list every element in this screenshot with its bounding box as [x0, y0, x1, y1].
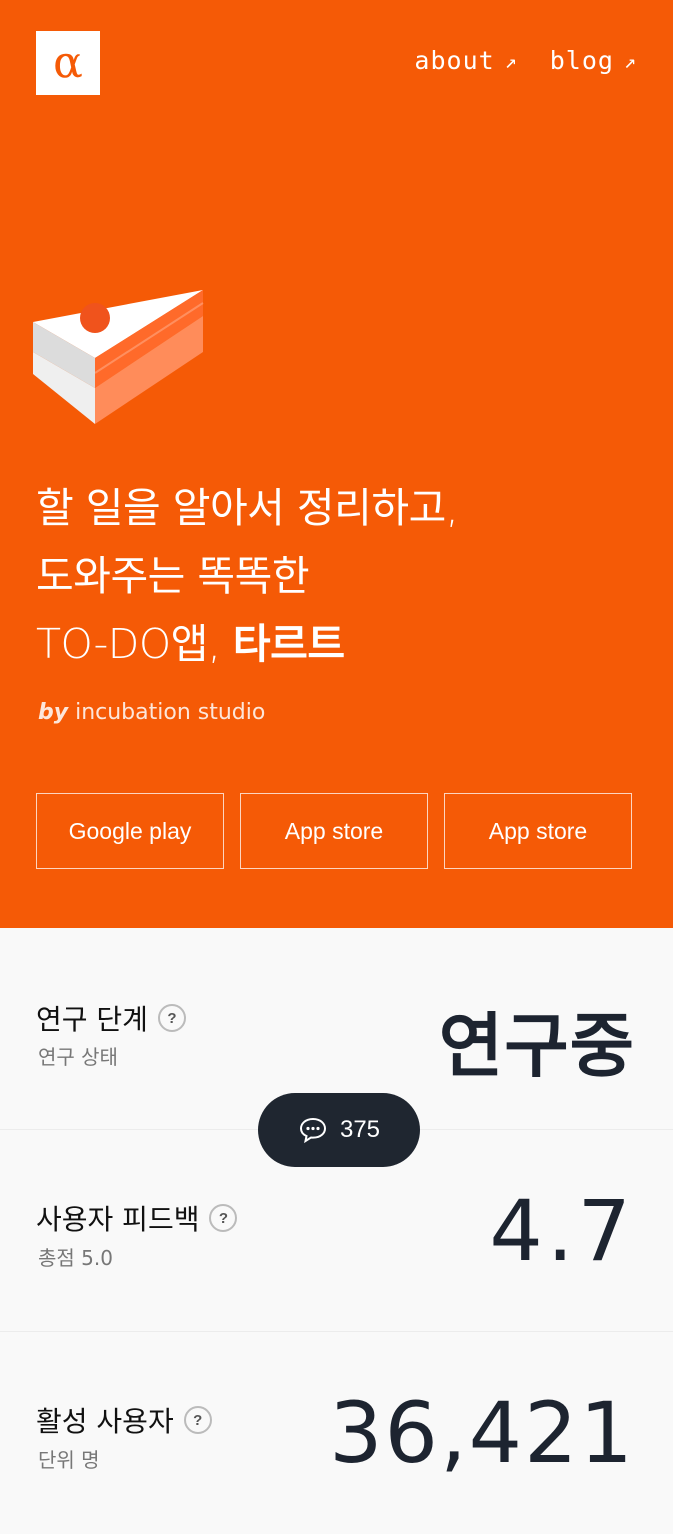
- google-play-button[interactable]: Google play: [36, 793, 224, 869]
- nav-link-about-label: about: [414, 46, 495, 75]
- stat-value: 연구중: [438, 1005, 635, 1087]
- stat-title-label: 사용자 피드백: [36, 1203, 200, 1236]
- stat-title-label: 활성 사용자: [36, 1405, 174, 1438]
- app-store-button[interactable]: App store: [240, 793, 428, 869]
- app-name: 타르트: [232, 620, 345, 668]
- help-icon[interactable]: ?: [157, 1004, 186, 1032]
- nav-link-blog-label: blog: [549, 46, 614, 75]
- comment-count: 375: [339, 1116, 381, 1143]
- app-store-button-2[interactable]: App store: [444, 793, 632, 869]
- stat-subtitle: 단위 명: [38, 1448, 100, 1472]
- hero-section: α about ↗ blog ↗ 할 일을 알아서 정리하고, 도와주는 똑똑한…: [0, 0, 673, 928]
- headline-line-2: 도와주는 똑똑한: [36, 552, 310, 600]
- stats-section: 연구 단계 ? 연구 상태 연구중 사용자 피드백 ? 총점 5.0 4.7 활…: [0, 928, 673, 1534]
- store-buttons: Google play App store App store: [36, 793, 632, 869]
- nav-link-about[interactable]: about ↗: [414, 46, 517, 75]
- stat-title: 활성 사용자 ?: [36, 1400, 212, 1440]
- external-arrow-icon: ↗: [623, 48, 637, 73]
- stat-subtitle: 연구 상태: [38, 1045, 118, 1069]
- help-icon[interactable]: ?: [183, 1406, 212, 1434]
- logo[interactable]: α: [36, 31, 100, 95]
- stat-subtitle: 총점 5.0: [38, 1246, 113, 1270]
- stat-value: 36,421: [329, 1384, 635, 1482]
- nav-link-blog[interactable]: blog ↗: [550, 46, 637, 75]
- headline-line-3: TO-DO앱,: [36, 620, 233, 668]
- byline-by: by: [38, 700, 69, 725]
- chat-bubble-icon: [299, 1117, 326, 1144]
- byline-studio: incubation studio: [68, 700, 266, 725]
- external-arrow-icon: ↗: [504, 48, 518, 73]
- comment-count-button[interactable]: 375: [258, 1093, 420, 1167]
- headline-line-1: 할 일을 알아서 정리하고,: [36, 484, 459, 532]
- top-nav: about ↗ blog ↗: [414, 46, 637, 75]
- help-icon[interactable]: ?: [209, 1204, 238, 1232]
- stat-title-label: 연구 단계: [36, 1003, 148, 1036]
- byline: by incubation studio: [38, 700, 265, 725]
- stat-title: 사용자 피드백 ?: [36, 1198, 238, 1238]
- stat-value: 4.7: [489, 1182, 635, 1280]
- hero-headline: 할 일을 알아서 정리하고, 도와주는 똑똑한 TO-DO앱, 타르트: [36, 474, 656, 678]
- stat-title: 연구 단계 ?: [36, 998, 186, 1038]
- logo-icon: α: [53, 37, 83, 88]
- stat-active-users: 활성 사용자 ? 단위 명 36,421: [0, 1332, 673, 1534]
- cake-slice-illustration: [33, 290, 204, 424]
